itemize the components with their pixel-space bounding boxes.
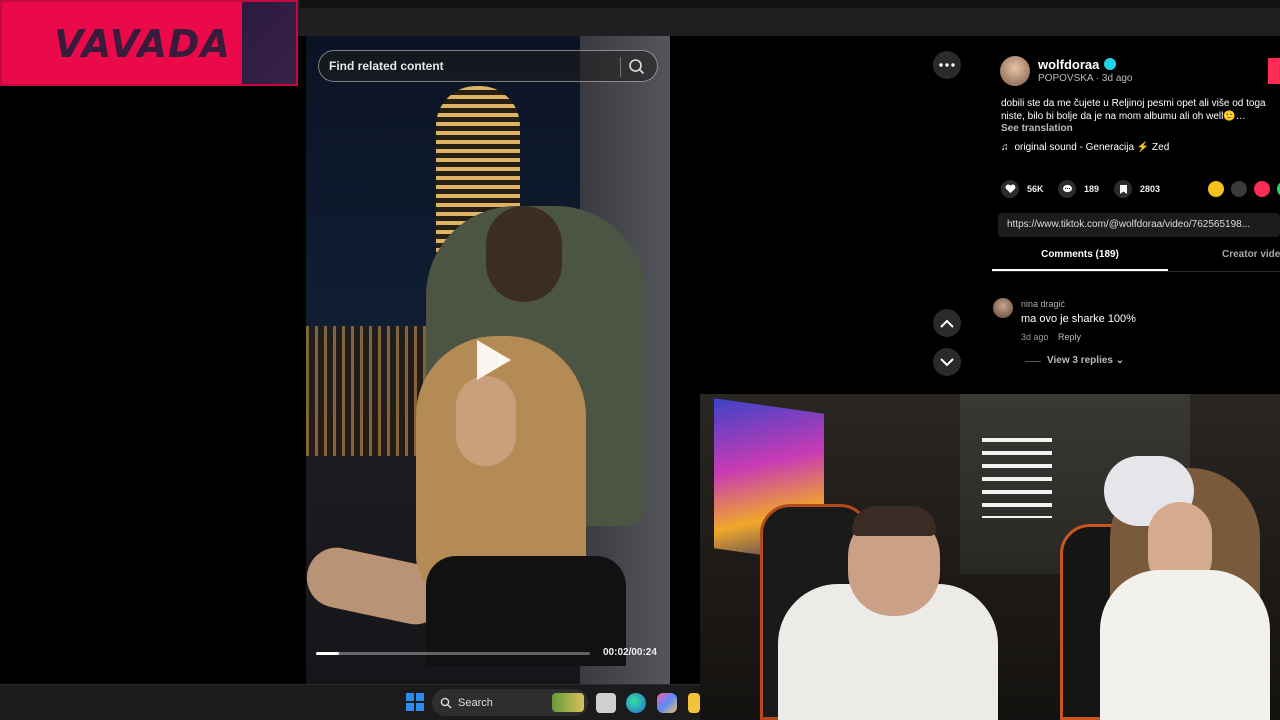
more-icon: [939, 63, 955, 67]
see-translation-link[interactable]: See translation: [1001, 123, 1073, 134]
search-icon[interactable]: [627, 57, 649, 77]
comment-reply-button[interactable]: Reply: [1058, 332, 1081, 342]
search-divider: [620, 57, 621, 77]
previous-video-button[interactable]: [933, 309, 961, 337]
next-video-button[interactable]: [933, 348, 961, 376]
chevron-up-icon: [940, 319, 954, 328]
copy-link-field[interactable]: https://www.tiktok.com/@wolfdoraa/video/…: [998, 213, 1280, 237]
heart-icon: [1001, 180, 1019, 198]
post-info-panel: wolfdoraa POPOVSKA · 3d ago dobili ste d…: [992, 36, 1280, 394]
comment-icon: [1058, 180, 1076, 198]
view-replies-button[interactable]: View 3 replies ⌄: [1047, 355, 1124, 366]
save-count: 2803: [1140, 184, 1161, 194]
left-empty-area: [0, 36, 306, 684]
embed-code-icon[interactable]: [1231, 181, 1247, 197]
navigation-area: [670, 36, 992, 394]
follow-button[interactable]: [1268, 58, 1280, 84]
tab-creator-videos[interactable]: Creator vide: [1222, 249, 1280, 260]
tab-divider: [992, 271, 1280, 272]
replies-line: [1025, 361, 1041, 362]
webcam-scene-lights: [982, 438, 1052, 518]
taskbar: Search: [0, 684, 700, 720]
video-progress-bar[interactable]: [316, 652, 590, 655]
post-caption: dobili ste da me čujete u Reljinoj pesmi…: [1001, 98, 1266, 122]
post-url: https://www.tiktok.com/@wolfdoraa/video/…: [1007, 219, 1251, 230]
taskbar-search-label: Search: [458, 697, 493, 709]
browser-tab-strip: [300, 0, 1280, 8]
sponsor-logo-mark: [242, 2, 296, 84]
search-icon: [440, 696, 452, 714]
avatar[interactable]: [1000, 56, 1030, 86]
comment-button[interactable]: 189: [1058, 180, 1099, 198]
video-scene-woman-top: [426, 556, 626, 666]
share-snapchat-icon[interactable]: [1208, 181, 1224, 197]
file-explorer-icon[interactable]: [688, 693, 700, 713]
edge-browser-icon[interactable]: [626, 693, 646, 713]
comment-avatar[interactable]: [993, 298, 1013, 318]
comment-author[interactable]: nina dragić: [1021, 299, 1065, 309]
webcam-overlay: [700, 394, 1280, 720]
webcam-scene-woman-body: [1100, 570, 1270, 720]
comment-time: 3d ago: [1021, 332, 1049, 342]
post-meta: POPOVSKA · 3d ago: [1038, 73, 1133, 84]
comment-count: 189: [1084, 184, 1100, 194]
copilot-icon[interactable]: [657, 693, 677, 713]
video-time: 00:02/00:24: [603, 647, 657, 658]
post-username[interactable]: wolfdoraa: [1038, 57, 1099, 72]
share-friends-icon[interactable]: [1254, 181, 1270, 197]
verified-badge-icon: [1104, 58, 1116, 70]
chevron-down-icon: [940, 357, 954, 366]
sound-label: original sound - Generacija ⚡ Zed: [1014, 142, 1170, 153]
windows-start-icon[interactable]: [406, 693, 424, 711]
related-search-placeholder: Find related content: [329, 59, 444, 73]
search-highlight-icon: [552, 693, 584, 712]
webcam-scene-man-hair: [852, 506, 936, 536]
comment-text: ma ovo je sharke 100%: [1021, 313, 1136, 325]
save-button[interactable]: 2803: [1114, 180, 1160, 198]
play-icon[interactable]: [473, 338, 513, 382]
taskbar-search[interactable]: Search: [432, 689, 588, 716]
music-note-icon: ♫: [1001, 142, 1009, 153]
video-scene-man-head: [486, 206, 562, 302]
video-progress-fill: [316, 652, 339, 655]
sponsor-logo: VAVADA: [0, 0, 298, 86]
sponsor-logo-text: VAVADA: [54, 22, 231, 66]
like-button[interactable]: 56K: [1001, 180, 1044, 198]
video-player[interactable]: Find related content 00:02/00:24: [306, 36, 670, 684]
like-count: 56K: [1027, 184, 1044, 194]
related-search-input[interactable]: Find related content: [318, 50, 658, 82]
sound-link[interactable]: ♫ original sound - Generacija ⚡ Zed: [1001, 142, 1169, 153]
video-scene-woman-face: [456, 376, 516, 466]
bookmark-icon: [1114, 180, 1132, 198]
task-view-icon[interactable]: [596, 693, 616, 713]
tab-comments[interactable]: Comments (189): [992, 249, 1168, 260]
more-options-button[interactable]: [933, 51, 961, 79]
